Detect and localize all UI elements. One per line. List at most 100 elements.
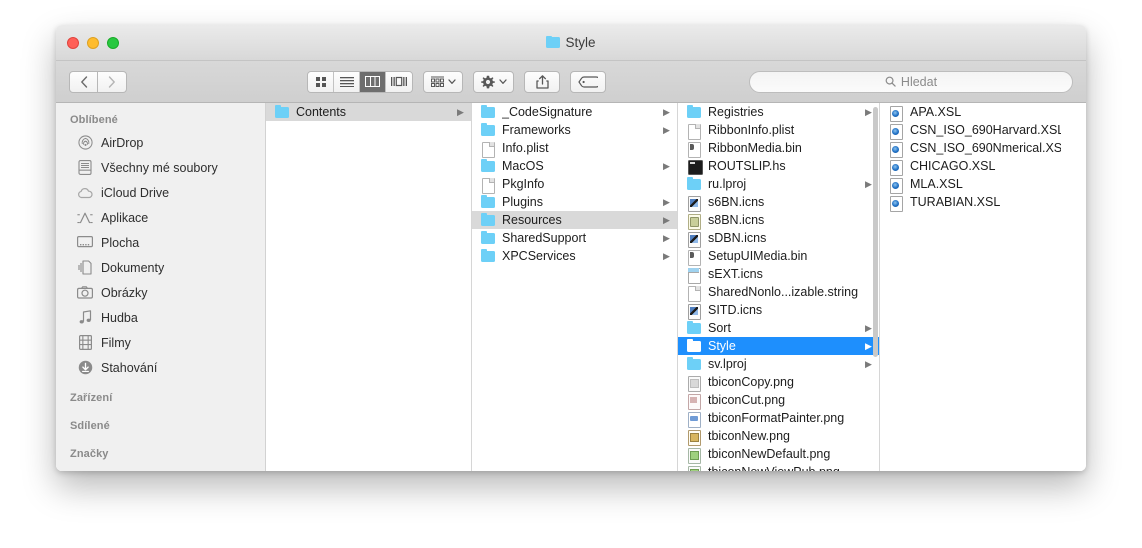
file-name-label: Frameworks	[502, 123, 571, 137]
sidebar-item-desktop[interactable]: Plocha	[56, 230, 265, 255]
file-row[interactable]: SharedNonlo...izable.strings	[678, 283, 879, 302]
file-row[interactable]: Info.plist	[472, 139, 677, 158]
search-placeholder: Hledat	[900, 74, 938, 89]
sidebar-item-icloud-drive[interactable]: iCloud Drive	[56, 180, 265, 205]
column-resources-scrollbar[interactable]	[873, 107, 878, 357]
file-row[interactable]: s8BN.icns	[678, 211, 879, 230]
sidebar-item-music[interactable]: Hudba	[56, 305, 265, 330]
disclosure-arrow-icon: ▶	[865, 322, 872, 333]
file-row[interactable]: tbiconNew.png	[678, 427, 879, 446]
file-row[interactable]: Frameworks ▶	[472, 121, 677, 139]
file-row[interactable]: PkgInfo	[472, 175, 677, 194]
icon-view-button[interactable]	[308, 71, 334, 92]
file-name-label: APA.XSL	[910, 105, 962, 119]
sidebar-item-all-files[interactable]: Všechny mé soubory	[56, 155, 265, 180]
file-row[interactable]: CHICAGO.XSL	[880, 157, 1082, 176]
file-name-label: XPCServices	[502, 249, 576, 263]
close-button[interactable]	[67, 36, 79, 49]
file-row[interactable]: RibbonMedia.bin	[678, 139, 879, 158]
sidebar-item-pictures[interactable]: Obrázky	[56, 280, 265, 305]
zoom-button[interactable]	[107, 36, 119, 49]
sidebar-item-label: Hudba	[101, 310, 138, 325]
file-row[interactable]: CSN_ISO_690Nmerical.XSL	[880, 139, 1082, 158]
file-row[interactable]: Style ▶	[678, 337, 879, 355]
file-name-label: tbiconCopy.png	[708, 375, 794, 389]
column-contents-list: Contents ▶	[266, 103, 471, 471]
png-new-icon	[687, 429, 701, 446]
column-resources-list: Registries ▶ RibbonInfo.plist RibbonMedia.b…	[678, 103, 879, 471]
file-row[interactable]: CSN_ISO_690Harvard.XSL	[880, 121, 1082, 140]
folder-icon	[481, 195, 495, 210]
file-name-label: RibbonInfo.plist	[708, 123, 795, 137]
xsl-icon	[889, 105, 903, 122]
tags-button[interactable]	[570, 70, 606, 93]
png-green-icon	[687, 447, 701, 464]
icns-icon	[687, 231, 701, 248]
column-browser: Contents ▶ _CodeSignature ▶ Frameworks ▶ Info…	[266, 103, 1086, 471]
folder-icon	[687, 321, 701, 336]
file-row[interactable]: Resources ▶	[472, 211, 677, 229]
finder-window: Style Hledat Oblíbené AirDrop Všechny mé…	[56, 25, 1086, 471]
action-menu-button[interactable]	[473, 70, 514, 93]
file-row[interactable]: Plugins ▶	[472, 193, 677, 211]
file-row[interactable]: sv.lproj ▶	[678, 355, 879, 373]
minimize-button[interactable]	[87, 36, 99, 49]
icns-icon	[687, 303, 701, 320]
file-row[interactable]: _CodeSignature ▶	[472, 103, 677, 121]
disclosure-arrow-icon: ▶	[865, 358, 872, 369]
coverflow-icon	[391, 76, 407, 87]
search-field[interactable]: Hledat	[749, 70, 1073, 93]
file-row[interactable]: tbiconCut.png	[678, 391, 879, 410]
downloads-icon	[77, 360, 93, 376]
sidebar-item-applications[interactable]: Aplikace	[56, 205, 265, 230]
sidebar-item-downloads[interactable]: Stahování	[56, 355, 265, 380]
arrange-button[interactable]	[423, 70, 463, 93]
file-row[interactable]: sEXT.icns	[678, 265, 879, 284]
folder-icon	[687, 357, 701, 372]
file-row[interactable]: tbiconFormatPainter.png	[678, 409, 879, 428]
file-row[interactable]: MLA.XSL	[880, 175, 1082, 194]
file-row[interactable]: Registries ▶	[678, 103, 879, 121]
file-row[interactable]: ru.lproj ▶	[678, 175, 879, 193]
folder-icon	[275, 105, 289, 120]
file-row[interactable]: XPCServices ▶	[472, 247, 677, 265]
column-style[interactable]: APA.XSL CSN_ISO_690Harvard.XSL CSN_ISO_690…	[880, 103, 1082, 471]
file-name-label: SITD.icns	[708, 303, 763, 317]
file-name-label: tbiconNewViewPub.png	[708, 465, 858, 471]
folder-icon	[481, 159, 495, 174]
file-row[interactable]: APA.XSL	[880, 103, 1082, 122]
gallery-view-button[interactable]	[386, 71, 412, 92]
sidebar-item-airdrop[interactable]: AirDrop	[56, 130, 265, 155]
window-titlebar[interactable]: Style	[56, 25, 1086, 61]
file-row[interactable]: tbiconNewDefault.png	[678, 445, 879, 464]
list-view-button[interactable]	[334, 71, 360, 92]
column-bundle-contents[interactable]: _CodeSignature ▶ Frameworks ▶ Info.plist MacO…	[472, 103, 678, 471]
cloud-icon	[77, 185, 93, 201]
file-row[interactable]: Sort ▶	[678, 319, 879, 337]
file-row[interactable]: tbiconNewViewPub.png	[678, 463, 879, 471]
file-name-label: ru.lproj	[708, 177, 747, 191]
sidebar-item-label: AirDrop	[101, 135, 144, 150]
file-row[interactable]: tbiconCopy.png	[678, 373, 879, 392]
file-row[interactable]: SITD.icns	[678, 301, 879, 320]
file-row[interactable]: SetupUIMedia.bin	[678, 247, 879, 266]
sidebar-item-documents[interactable]: Dokumenty	[56, 255, 265, 280]
column-contents[interactable]: Contents ▶	[266, 103, 472, 471]
column-resources[interactable]: Registries ▶ RibbonInfo.plist RibbonMedia.b…	[678, 103, 880, 471]
file-row[interactable]: TURABIAN.XSL	[880, 193, 1082, 212]
back-button[interactable]	[69, 70, 98, 93]
file-row[interactable]: ROUTSLIP.hs	[678, 157, 879, 175]
file-row[interactable]: sDBN.icns	[678, 229, 879, 248]
folder-icon	[481, 105, 495, 120]
disclosure-arrow-icon: ▶	[663, 106, 670, 117]
file-row[interactable]: MacOS ▶	[472, 157, 677, 175]
file-row[interactable]: Contents ▶	[266, 103, 471, 121]
sidebar-item-movies[interactable]: Filmy	[56, 330, 265, 355]
share-button[interactable]	[524, 70, 560, 93]
forward-button[interactable]	[98, 70, 127, 93]
file-row[interactable]: SharedSupport ▶	[472, 229, 677, 247]
file-row[interactable]: s6BN.icns	[678, 193, 879, 212]
file-row[interactable]: RibbonInfo.plist	[678, 121, 879, 140]
column-view-button[interactable]	[360, 71, 386, 92]
file-name-label: SharedSupport	[502, 231, 587, 245]
